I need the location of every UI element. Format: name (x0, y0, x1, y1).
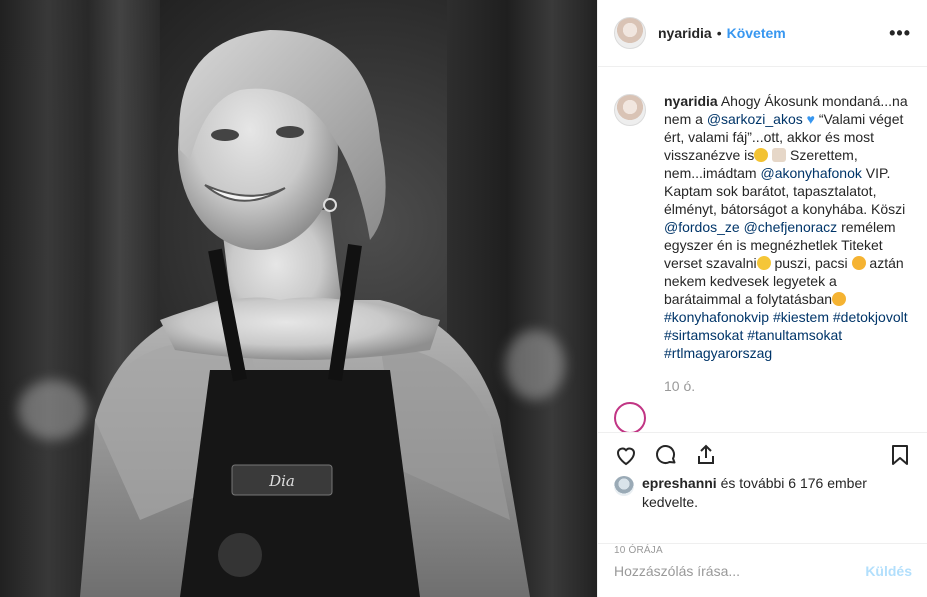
story-ring-avatar[interactable] (614, 402, 646, 432)
hashtag-link[interactable]: #rtlmagyarorszag (664, 345, 772, 361)
next-comment-preview (614, 402, 912, 432)
caption-comment: nyaridia Ahogy Ákosunk mondaná...na nem … (614, 92, 912, 362)
caption-timestamp[interactable]: 10 ó. (664, 378, 912, 394)
avatar[interactable] (614, 94, 646, 126)
hashtag-link[interactable]: #tanultamsokat (747, 327, 842, 343)
follow-button[interactable]: Követem (727, 25, 786, 41)
sad-face-icon (754, 148, 769, 162)
author-username[interactable]: nyaridia (658, 25, 712, 41)
avatar[interactable] (614, 17, 646, 49)
more-options-icon[interactable]: ••• (889, 23, 911, 44)
tongue-face-icon (832, 292, 847, 306)
grin-icon (756, 256, 771, 270)
comments-list[interactable]: nyaridia Ahogy Ákosunk mondaná...na nem … (598, 68, 927, 432)
bookmark-icon[interactable] (888, 443, 912, 467)
kiss-face-icon (851, 256, 866, 270)
post-header: nyaridia • Követem ••• (598, 0, 927, 67)
mention-link[interactable]: @akonyhafonok (760, 165, 861, 181)
comment-icon[interactable] (654, 443, 678, 467)
portrait-illustration: Dia (80, 30, 530, 597)
likes-summary: epreshanni és további 6 176 ember kedvel… (614, 474, 914, 512)
add-comment-bar: Küldés (598, 543, 927, 597)
send-button[interactable]: Küldés (865, 563, 912, 579)
avatar[interactable] (614, 476, 634, 496)
blue-heart-icon: ♥ (806, 111, 815, 127)
liker-username[interactable]: epreshanni (642, 475, 717, 491)
heart-icon[interactable] (614, 443, 638, 467)
post-sidebar: nyaridia • Követem ••• nyaridia Ahogy Ák… (597, 0, 927, 597)
hashtag-link[interactable]: #sirtamsokat (664, 327, 743, 343)
likes-text: epreshanni és további 6 176 ember kedvel… (642, 474, 914, 512)
hashtag-link[interactable]: #konyhafonokvip (664, 309, 769, 325)
caption-segment: puszi, pacsi (770, 255, 852, 271)
mention-link[interactable]: @fordos_ze (664, 219, 740, 235)
mention-link[interactable]: @chefjenoracz (744, 219, 838, 235)
separator-dot: • (716, 25, 722, 41)
comment-input[interactable] (614, 562, 866, 579)
apron-name-tag: Dia (268, 472, 295, 490)
mention-link[interactable]: @sarkozi_akos (707, 111, 803, 127)
chef-icon (772, 148, 787, 162)
post-photo[interactable]: Dia (0, 0, 597, 597)
share-icon[interactable] (694, 443, 718, 467)
hashtag-link[interactable]: #kiestem (773, 309, 829, 325)
caption-text: nyaridia Ahogy Ákosunk mondaná...na nem … (664, 92, 912, 362)
hashtag-link[interactable]: #detokjovolt (833, 309, 908, 325)
caption-username[interactable]: nyaridia (664, 93, 718, 109)
action-bar (598, 432, 927, 476)
